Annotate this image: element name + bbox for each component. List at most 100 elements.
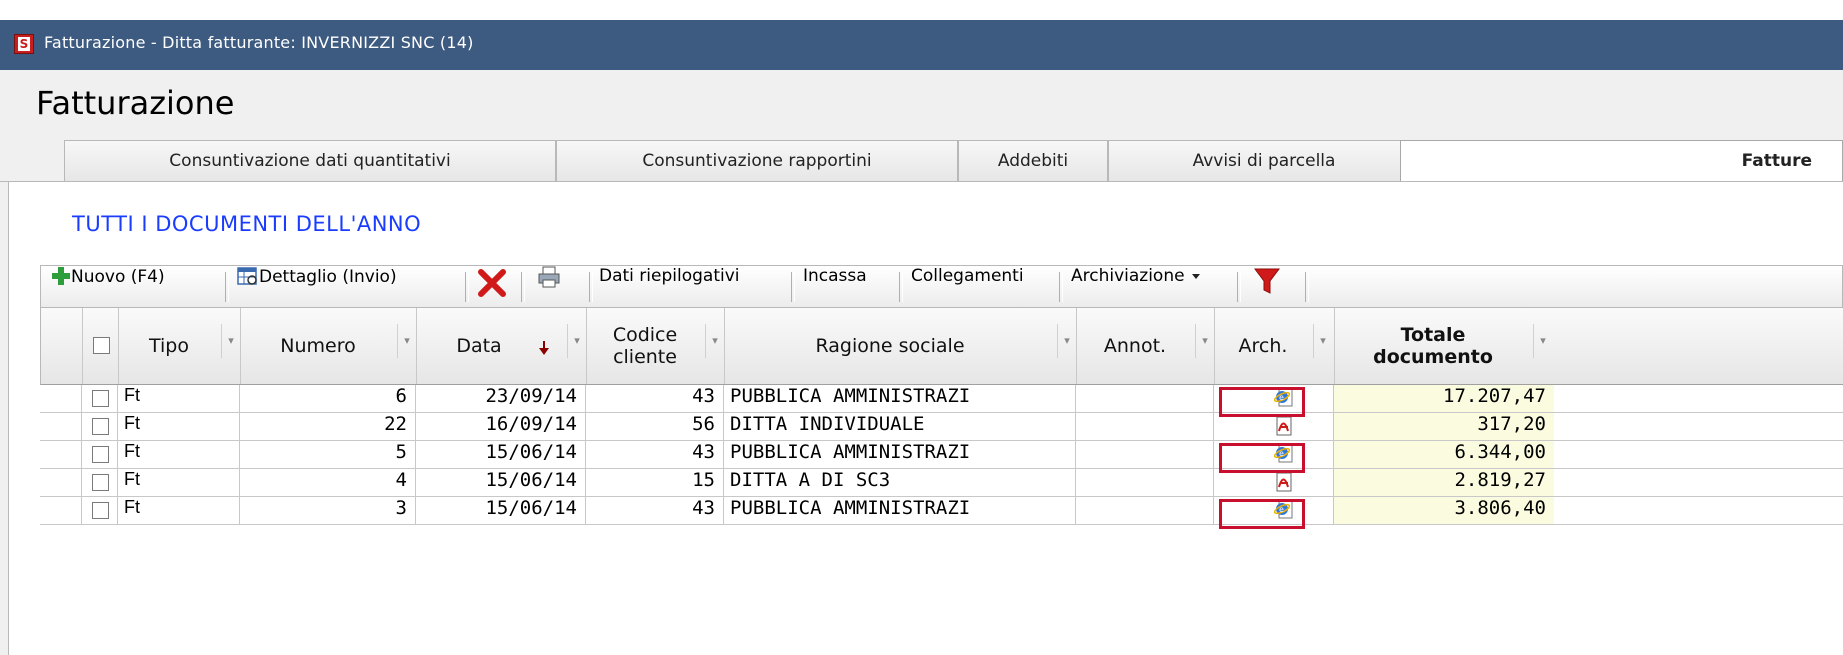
row-checkbox-cell: [82, 497, 118, 524]
filter-dropdown-icon[interactable]: ▾: [221, 324, 240, 358]
filter-dropdown-icon[interactable]: ▾: [1195, 324, 1214, 358]
cell-tipo: Ft: [118, 497, 240, 524]
cell-codice-cliente: 43: [586, 497, 724, 524]
cell-data: 15/06/14: [416, 497, 586, 524]
cell-codice-cliente: 43: [586, 441, 724, 468]
column-label-numero: Numero: [280, 335, 356, 357]
chevron-down-icon: [1191, 274, 1200, 279]
summary-data-button[interactable]: Dati riepilogativi: [599, 266, 740, 307]
row-checkbox[interactable]: [92, 502, 109, 519]
print-button[interactable]: [537, 266, 561, 307]
table-row[interactable]: Ft 3 15/06/14 43 PUBBLICA AMMINISTRAZI e 3.806…: [40, 497, 1843, 525]
column-label-totale: Totale documento: [1335, 308, 1531, 384]
column-label-codice-line2: cliente: [613, 346, 677, 368]
arch-highlight-box: [1219, 499, 1305, 529]
cell-totale-documento: 17.207,47: [1334, 385, 1554, 412]
column-header-tipo[interactable]: Tipo ▾: [119, 308, 241, 384]
cell-totale-documento: 317,20: [1334, 413, 1554, 440]
filter-dropdown-icon[interactable]: ▾: [1057, 324, 1076, 358]
cell-arch[interactable]: [1214, 413, 1334, 440]
section-title: TUTTI I DOCUMENTI DELL'ANNO: [72, 212, 422, 236]
tab-consuntivazione-rapportini[interactable]: Consuntivazione rapportini: [556, 140, 958, 182]
column-label-ragione: Ragione sociale: [815, 335, 965, 357]
tab-addebiti[interactable]: Addebiti: [958, 140, 1108, 182]
filter-dropdown-icon[interactable]: ▾: [705, 324, 724, 358]
column-header-data[interactable]: Data ▾: [417, 308, 587, 384]
row-checkbox-cell: [82, 413, 118, 440]
cell-ragione-sociale: PUBBLICA AMMINISTRAZI: [724, 385, 1076, 412]
row-indicator: [40, 441, 82, 468]
table-row[interactable]: Ft 4 15/06/14 15 DITTA A DI SC3 2.819,27: [40, 469, 1843, 497]
table-row[interactable]: Ft 6 23/09/14 43 PUBBLICA AMMINISTRAZI e 17.20…: [40, 385, 1843, 413]
filter-dropdown-icon[interactable]: ▾: [567, 324, 586, 358]
plus-icon: [52, 267, 70, 285]
cell-annot: [1076, 413, 1214, 440]
column-header-codice-cliente[interactable]: Codice cliente ▾: [587, 308, 725, 384]
toolbar-separator: [1305, 272, 1309, 302]
row-indicator-header: [41, 308, 83, 384]
filter-dropdown-icon[interactable]: ▾: [1533, 324, 1552, 358]
row-indicator: [40, 497, 82, 524]
cell-tipo: Ft: [118, 385, 240, 412]
column-label-codice: Codice cliente: [587, 308, 703, 384]
filter-button[interactable]: [1253, 266, 1281, 307]
cell-totale-documento: 3.806,40: [1334, 497, 1554, 524]
column-label-tipo: Tipo: [149, 335, 189, 357]
toolbar-separator: [589, 272, 593, 302]
cell-annot: [1076, 497, 1214, 524]
row-checkbox[interactable]: [92, 474, 109, 491]
tab-consuntivazione-dati[interactable]: Consuntivazione dati quantitativi: [64, 140, 556, 182]
detail-button[interactable]: Dettaglio (Invio): [237, 266, 397, 307]
cell-totale-documento: 6.344,00: [1334, 441, 1554, 468]
cell-tipo: Ft: [118, 469, 240, 496]
pdf-icon: [1276, 416, 1291, 436]
cell-codice-cliente: 56: [586, 413, 724, 440]
column-header-totale[interactable]: Totale documento ▾: [1335, 308, 1555, 384]
column-label-totale-line2: documento: [1373, 346, 1493, 368]
table-row[interactable]: Ft 22 16/09/14 56 DITTA INDIVIDUALE 317,20: [40, 413, 1843, 441]
table-row[interactable]: Ft 5 15/06/14 43 PUBBLICA AMMINISTRAZI e 6.344…: [40, 441, 1843, 469]
column-label-codice-line1: Codice: [612, 324, 678, 346]
row-checkbox[interactable]: [92, 390, 109, 407]
select-all-checkbox[interactable]: [93, 337, 110, 354]
toolbar-separator: [899, 272, 903, 302]
row-checkbox[interactable]: [92, 446, 109, 463]
cell-numero: 5: [240, 441, 416, 468]
tab-fatture[interactable]: Fatture: [1400, 140, 1843, 182]
printer-icon: [538, 266, 560, 288]
cell-arch[interactable]: [1214, 469, 1334, 496]
filter-dropdown-icon[interactable]: ▾: [1313, 324, 1332, 358]
grid-header: Tipo ▾ Numero ▾ Data ▾ Codice cliente ▾ …: [40, 308, 1843, 385]
toolbar-separator: [465, 272, 469, 302]
arch-highlight-box: [1219, 387, 1305, 417]
cell-tipo: Ft: [118, 441, 240, 468]
top-strip: [0, 0, 1843, 20]
archive-menu-button[interactable]: Archiviazione: [1071, 266, 1202, 307]
cell-ragione-sociale: DITTA A DI SC3: [724, 469, 1076, 496]
cell-numero: 3: [240, 497, 416, 524]
toolbar-separator: [225, 272, 229, 302]
column-header-annot[interactable]: Annot. ▾: [1077, 308, 1215, 384]
filter-icon: [1254, 268, 1280, 294]
select-all-header: [83, 308, 119, 384]
column-header-arch[interactable]: Arch. ▾: [1215, 308, 1335, 384]
cell-data: 16/09/14: [416, 413, 586, 440]
row-checkbox-cell: [82, 441, 118, 468]
cell-annot: [1076, 469, 1214, 496]
grid-detail-icon: [237, 267, 257, 285]
page-title: Fatturazione: [36, 84, 235, 122]
delete-x-icon: [478, 269, 506, 297]
cell-annot: [1076, 385, 1214, 412]
row-checkbox[interactable]: [92, 418, 109, 435]
collect-button[interactable]: Incassa: [803, 266, 867, 307]
tab-avvisi-parcella[interactable]: Avvisi di parcella: [1108, 140, 1420, 182]
links-button[interactable]: Collegamenti: [911, 266, 1024, 307]
cell-data: 15/06/14: [416, 469, 586, 496]
archive-label: Archiviazione: [1071, 266, 1185, 286]
row-indicator: [40, 413, 82, 440]
column-header-numero[interactable]: Numero ▾: [241, 308, 417, 384]
delete-button[interactable]: [475, 266, 509, 307]
new-button[interactable]: Nuovo (F4): [51, 266, 165, 307]
filter-dropdown-icon[interactable]: ▾: [397, 324, 416, 358]
column-header-ragione-sociale[interactable]: Ragione sociale ▾: [725, 308, 1077, 384]
